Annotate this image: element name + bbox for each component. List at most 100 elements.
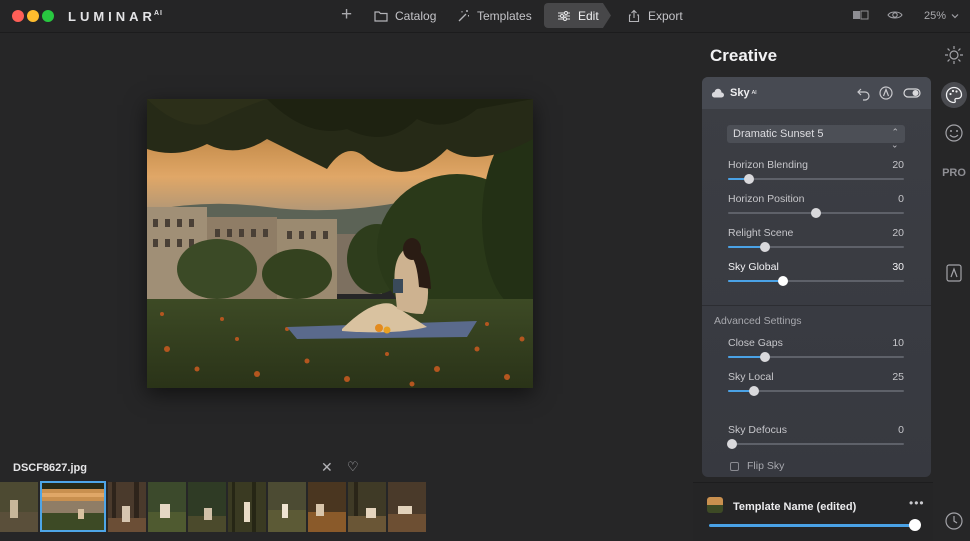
eye-icon (887, 11, 903, 19)
edited-photo[interactable] (147, 99, 533, 388)
essentials-category-button[interactable] (941, 42, 967, 68)
filmstrip-thumb[interactable] (388, 482, 426, 532)
slider-label: Horizon Blending (728, 159, 808, 171)
add-photos-button[interactable]: + (341, 5, 352, 25)
slider-sky-local[interactable]: Sky Local 25 (728, 371, 904, 397)
compare-view-button[interactable] (852, 8, 870, 22)
portrait-category-button[interactable] (941, 120, 967, 146)
folder-icon (374, 9, 388, 23)
slider-handle[interactable] (726, 439, 737, 449)
tab-catalog[interactable]: Catalog (374, 3, 436, 28)
slider-value: 0 (898, 193, 904, 205)
pro-category-button[interactable]: PRO (941, 160, 967, 186)
slider-handle[interactable] (759, 352, 770, 362)
slider-label: Close Gaps (728, 337, 783, 349)
slider-sky-defocus[interactable]: Sky Defocus 0 (726, 424, 904, 450)
image-canvas[interactable] (0, 34, 692, 454)
slider-label: Sky Local (728, 371, 774, 383)
more-options-button[interactable]: ••• (909, 496, 925, 510)
filmstrip-thumb[interactable] (348, 482, 386, 532)
flip-sky-checkbox[interactable]: Flip Sky (730, 460, 784, 472)
slider-label: Sky Defocus (728, 424, 787, 436)
template-panel: Template Name (edited) ••• (693, 482, 933, 541)
sky-tool-header[interactable]: Sky ᴬᴵ (702, 77, 931, 109)
tab-export[interactable]: Export (627, 3, 683, 28)
zoom-dropdown[interactable]: 25% (924, 10, 960, 22)
filmstrip-thumb[interactable] (308, 482, 346, 532)
local-masking-button[interactable] (941, 260, 967, 286)
magic-wand-icon (456, 9, 470, 23)
filmstrip-thumb-selected[interactable] (40, 481, 106, 532)
filmstrip-thumb[interactable] (188, 482, 226, 532)
checkbox-box[interactable] (730, 461, 739, 471)
tab-templates-label: Templates (477, 8, 532, 23)
tab-templates[interactable]: Templates (456, 3, 532, 28)
template-amount-slider[interactable] (709, 524, 915, 527)
zoom-level: 25% (924, 10, 947, 22)
minimize-window-button[interactable] (27, 10, 39, 22)
mask-icon[interactable] (878, 85, 894, 101)
history-button[interactable] (941, 508, 967, 534)
slider-label: Relight Scene (728, 227, 794, 239)
slider-value: 20 (892, 159, 904, 171)
slider-value: 25 (892, 371, 904, 383)
sky-tool-card: Sky ᴬᴵ Dramatic Sunset 5 ⌃ ⌃ Horizon Blen… (702, 77, 931, 477)
reject-button[interactable]: ✕ (321, 459, 333, 476)
tab-edit-label: Edit (578, 8, 599, 23)
slider-sky-global[interactable]: Sky Global 30 (728, 261, 904, 287)
template-amount-handle[interactable] (909, 519, 921, 531)
sky-preset-value: Dramatic Sunset 5 (733, 128, 824, 140)
share-icon (627, 9, 641, 23)
filmstrip-thumb[interactable] (228, 482, 266, 532)
creative-category-button[interactable] (941, 82, 967, 108)
top-bar: LUMINARAI + Catalog Templates Edit Expor… (0, 0, 970, 33)
section-divider (702, 305, 931, 306)
tab-catalog-label: Catalog (395, 8, 437, 23)
preview-toggle-button[interactable] (887, 8, 903, 22)
advanced-settings-heading[interactable]: Advanced Settings (714, 315, 802, 327)
slider-horizon-blending[interactable]: Horizon Blending 20 (728, 159, 904, 185)
slider-close-gaps[interactable]: Close Gaps 10 (728, 337, 904, 363)
filmstrip-thumb[interactable] (268, 482, 306, 532)
slider-handle[interactable] (749, 386, 760, 396)
filmstrip-thumb[interactable] (108, 482, 146, 532)
clock-icon (945, 512, 963, 530)
app-logo: LUMINARAI (68, 9, 163, 24)
slider-value: 10 (892, 337, 904, 349)
flip-sky-label: Flip Sky (747, 460, 785, 472)
chevron-down-icon (951, 14, 959, 19)
close-window-button[interactable] (12, 10, 24, 22)
slider-value: 30 (892, 261, 904, 273)
slider-label: Sky Global (728, 261, 779, 273)
filmstrip-thumb[interactable] (0, 482, 38, 532)
current-filename: DSCF8627.jpg (13, 462, 87, 474)
slider-label: Horizon Position (728, 193, 805, 205)
sun-icon (945, 46, 963, 64)
zoom-window-button[interactable] (42, 10, 54, 22)
cloud-icon (711, 88, 724, 98)
slider-handle[interactable] (811, 208, 821, 218)
crop-portrait-icon (946, 264, 962, 282)
filmstrip-thumb[interactable] (148, 482, 186, 532)
palette-icon (945, 86, 963, 104)
panel-title: Creative (710, 46, 778, 65)
template-thumbnail (707, 497, 723, 513)
filmstrip (0, 481, 426, 532)
toggle-visibility-icon[interactable] (903, 85, 921, 101)
slider-handle[interactable] (777, 276, 788, 286)
slider-horizon-position[interactable]: Horizon Position 0 (728, 193, 904, 219)
tab-export-label: Export (648, 8, 683, 23)
undo-icon[interactable] (856, 85, 872, 101)
sky-preset-select[interactable]: Dramatic Sunset 5 ⌃ ⌃ (727, 125, 905, 149)
sliders-icon (557, 9, 571, 23)
ai-badge: ᴬᴵ (751, 88, 757, 98)
template-name: Template Name (edited) (733, 501, 857, 513)
smile-icon (945, 124, 963, 142)
favorite-button[interactable]: ♡ (347, 459, 359, 475)
slider-handle[interactable] (744, 174, 755, 184)
tool-category-bar: PRO (937, 34, 970, 541)
slider-relight-scene[interactable]: Relight Scene 20 (728, 227, 904, 253)
tab-edit[interactable]: Edit (544, 3, 611, 28)
slider-handle[interactable] (759, 242, 770, 252)
slider-value: 20 (892, 227, 904, 239)
